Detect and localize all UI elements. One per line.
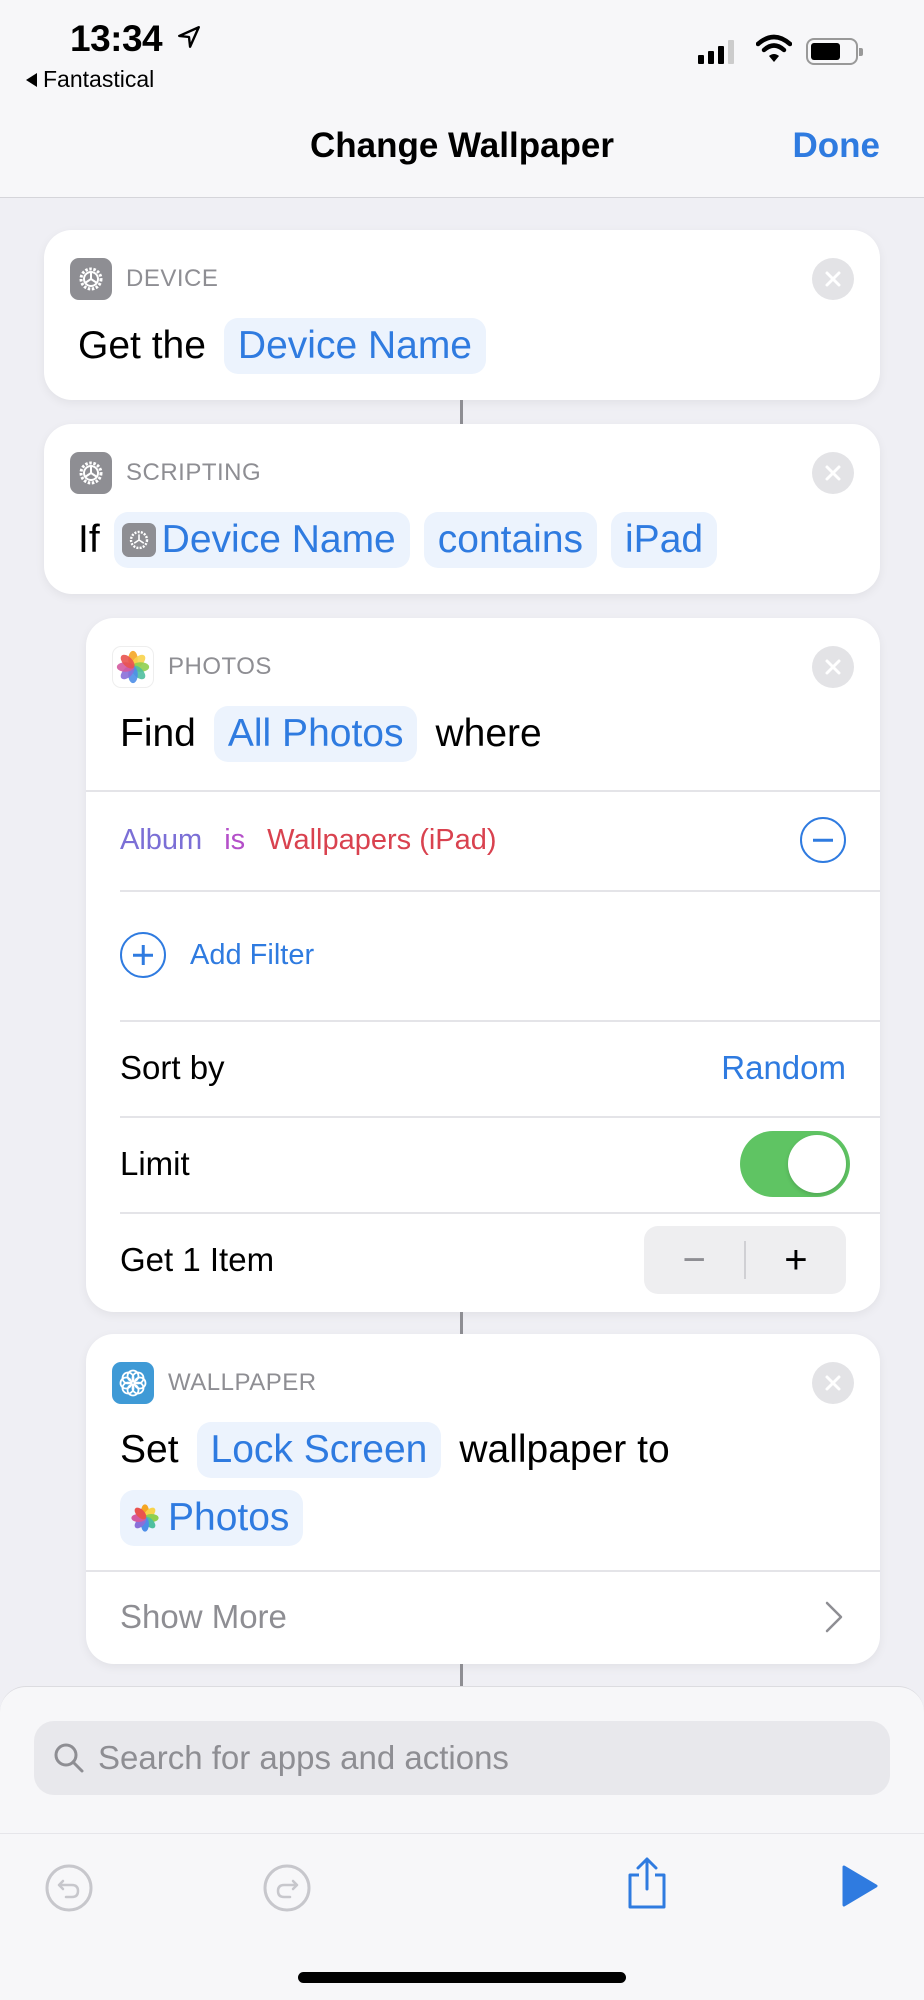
show-more-button[interactable]: Show More [120,1570,880,1664]
remove-action-button[interactable] [812,452,854,494]
action-text: Get the [78,324,206,367]
action-text: where [435,712,542,755]
action-category: WALLPAPER [168,1369,317,1396]
input-variable-pill[interactable]: Device Name [113,512,410,568]
back-triangle-icon [26,72,37,87]
close-icon [825,465,841,481]
status-bar: 13:34 Fantastical [0,0,924,100]
photos-icon [112,646,154,688]
home-indicator[interactable] [298,1972,626,1983]
close-icon [825,659,841,675]
condition-value[interactable]: iPad [611,512,718,568]
flow-connector [460,1312,463,1334]
page-title: Change Wallpaper [309,126,615,165]
add-circle-icon [120,932,166,978]
filter-operator[interactable]: is [224,824,245,857]
redo-button[interactable] [262,1863,312,1918]
action-category: SCRIPTING [126,459,262,486]
action-card-device[interactable]: DEVICE Get the Device Name [44,230,880,400]
action-card-set-wallpaper[interactable]: WALLPAPER Set Lock Screen wallpaper to P… [86,1334,880,1664]
share-icon [628,1857,666,1909]
filter-value[interactable]: Wallpapers (iPad) [267,824,496,857]
action-text: Set [120,1428,179,1471]
item-count-row: Get 1 Item − + [120,1212,880,1308]
increment-button[interactable]: + [746,1226,846,1294]
action-card-if[interactable]: SCRIPTING If Device Name contains iPad [44,424,880,594]
remove-action-button[interactable] [812,258,854,300]
close-icon [825,1375,841,1391]
close-icon [825,271,841,287]
action-text: Find [120,712,196,755]
location-arrow-icon [178,26,200,48]
flow-connector [460,400,463,424]
battery-icon [806,38,863,65]
remove-action-button[interactable] [812,646,854,688]
sort-by-label: Sort by [120,1049,225,1086]
photos-icon [128,1501,162,1535]
sort-by-value[interactable]: Random [721,1049,846,1087]
filter-row[interactable]: Album is Wallpapers (iPad) [120,790,880,890]
action-text: If [78,518,100,561]
undo-button[interactable] [44,1863,94,1918]
settings-gear-icon [121,523,156,557]
settings-gear-icon [70,452,112,494]
search-placeholder: Search for apps and actions [98,1739,509,1776]
add-filter-button[interactable]: Add Filter [120,890,880,1020]
search-input[interactable]: Search for apps and actions [34,1721,890,1795]
run-button[interactable] [840,1863,880,1914]
remove-filter-button[interactable] [800,817,846,863]
settings-gear-icon [70,258,112,300]
back-to-app-link[interactable]: Fantastical [26,66,154,93]
photo-source-parameter[interactable]: All Photos [213,706,418,762]
device-detail-parameter[interactable]: Device Name [223,318,486,374]
photos-variable-pill[interactable]: Photos [120,1490,304,1546]
play-icon [842,1865,878,1907]
share-button[interactable] [624,1855,670,1916]
redo-icon [263,1864,311,1912]
remove-action-button[interactable] [812,1362,854,1404]
cellular-signal-icon [698,40,734,64]
variable-label: Photos [168,1496,290,1539]
action-category: PHOTOS [168,653,272,680]
condition-operator[interactable]: contains [423,512,598,568]
action-category: DEVICE [126,265,219,292]
action-text: wallpaper to [459,1428,670,1471]
add-filter-label: Add Filter [190,938,315,971]
wallpaper-icon [112,1362,154,1404]
navigation-bar: Change Wallpaper Done [0,100,924,198]
status-time: 13:34 [70,18,163,59]
limit-label: Limit [120,1145,190,1182]
item-count-label: Get 1 Item [120,1241,275,1278]
sort-by-row[interactable]: Sort by Random [120,1020,880,1116]
back-app-label: Fantastical [43,66,155,92]
done-button[interactable]: Done [793,126,881,166]
item-count-stepper[interactable]: − + [644,1226,846,1294]
undo-icon [45,1864,93,1912]
search-icon [54,1743,84,1773]
wifi-icon [756,34,792,62]
filter-property[interactable]: Album [120,824,202,857]
show-more-label: Show More [120,1598,287,1635]
chevron-right-icon [825,1601,843,1633]
action-search-sheet: Search for apps and actions [0,1686,924,2000]
variable-label: Device Name [161,518,396,561]
decrement-button[interactable]: − [644,1226,744,1294]
limit-row: Limit [120,1116,880,1212]
flow-connector [460,1664,463,1686]
action-card-find-photos[interactable]: PHOTOS Find All Photos where Album is Wa… [86,618,880,1312]
wallpaper-location-parameter[interactable]: Lock Screen [196,1422,442,1478]
limit-toggle[interactable] [740,1131,850,1197]
